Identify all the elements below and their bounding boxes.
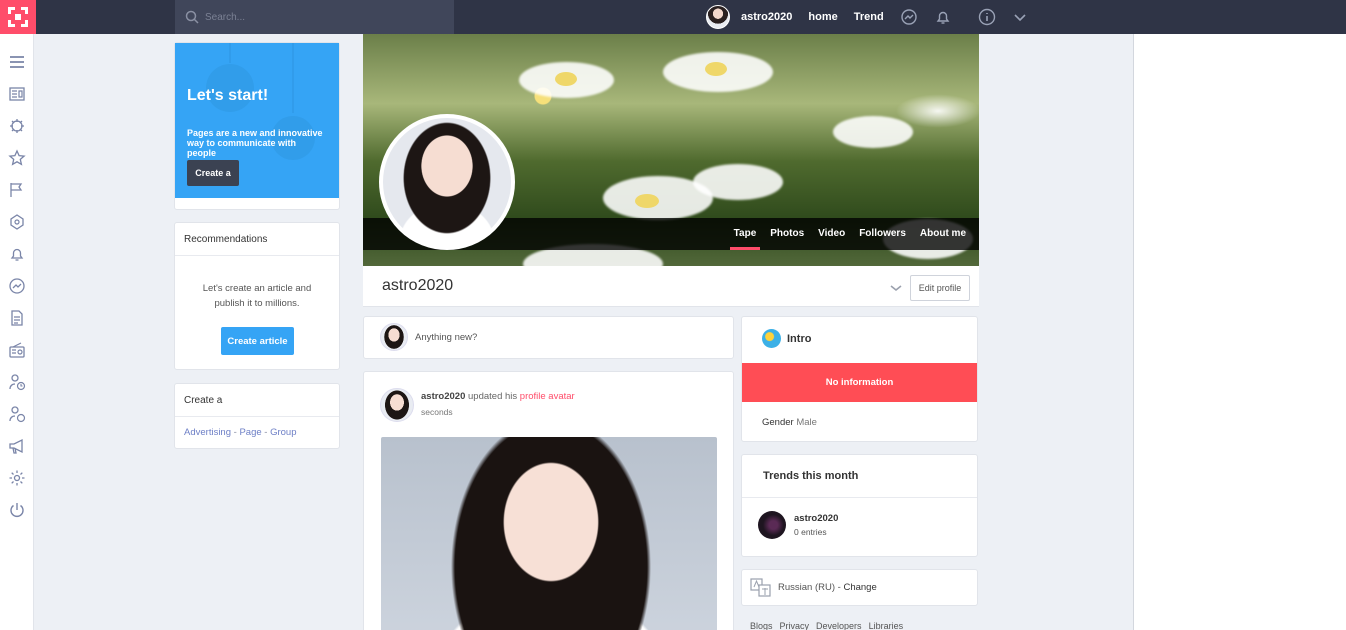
tab-followers[interactable]: Followers <box>852 218 913 250</box>
create-page-button[interactable]: Create a <box>187 160 239 186</box>
home-link[interactable]: home <box>808 11 837 23</box>
cover-flower <box>833 116 913 148</box>
cover-photo[interactable]: Tape Photos Video Followers About me <box>363 34 979 266</box>
search-icon <box>185 10 199 24</box>
advertising-link[interactable]: Advertising <box>184 427 231 438</box>
recommendations-text: Let's create an article and publish it t… <box>202 283 312 309</box>
bell-icon[interactable] <box>7 244 27 264</box>
tab-photos[interactable]: Photos <box>763 218 811 250</box>
footer-link-blogs[interactable]: Blogs <box>750 621 773 630</box>
intro-card: Intro No information Gender Male <box>741 316 978 442</box>
post-header: astro2020 updated his profile avatar <box>421 391 575 402</box>
puzzle-icon[interactable] <box>7 116 27 136</box>
news-icon[interactable] <box>7 84 27 104</box>
megaphone-icon[interactable] <box>7 436 27 456</box>
lets-start-card: Let's start! Pages are a new and innovat… <box>174 42 340 210</box>
right-pane <box>1134 34 1346 630</box>
cover-flower-center <box>555 72 577 86</box>
create-links: Advertising - Page - Group <box>175 417 339 438</box>
lets-start-banner: Let's start! Pages are a new and innovat… <box>175 43 339 198</box>
tab-tape[interactable]: Tape <box>727 218 764 250</box>
messenger-icon[interactable] <box>7 276 27 296</box>
profile-name-bar: astro2020 Edit profile <box>363 266 979 307</box>
no-information-banner: No information <box>742 363 977 402</box>
gear-icon[interactable] <box>7 468 27 488</box>
search-input[interactable] <box>205 11 435 23</box>
gender-row: Gender Male <box>762 417 817 428</box>
recommendations-card: Recommendations Let's create an article … <box>174 222 340 370</box>
trend-name[interactable]: astro2020 <box>794 513 838 524</box>
user-clock-icon[interactable] <box>7 372 27 392</box>
footer-links: Blogs Privacy Developers Libraries <box>750 621 903 630</box>
info-icon[interactable] <box>978 8 996 26</box>
recommendations-title: Recommendations <box>175 223 339 256</box>
star-icon[interactable] <box>7 148 27 168</box>
trend-count: 0 entries <box>794 527 827 537</box>
edit-profile-button[interactable]: Edit profile <box>910 275 970 301</box>
trends-card: Trends this month astro2020 0 entries <box>741 454 978 557</box>
link-separator: - <box>261 427 271 438</box>
profile-name: astro2020 <box>382 277 454 294</box>
gender-value: Male <box>796 417 817 428</box>
logo-icon <box>8 7 28 27</box>
top-bar: astro2020 home Trend <box>0 0 1346 34</box>
globe-icon <box>762 329 781 348</box>
chevron-down-icon[interactable] <box>889 281 903 298</box>
post-composer[interactable]: Anything new? <box>363 316 734 359</box>
trends-title: Trends this month <box>742 455 977 498</box>
cover-flower <box>693 164 783 200</box>
app-logo[interactable] <box>0 0 36 34</box>
gender-label: Gender <box>762 417 794 428</box>
user-dollar-icon[interactable] <box>7 404 27 424</box>
power-icon[interactable] <box>7 500 27 520</box>
create-title: Create a <box>175 384 339 417</box>
radio-icon[interactable] <box>7 340 27 360</box>
group-link[interactable]: Group <box>270 427 296 438</box>
messenger-icon[interactable] <box>900 8 918 26</box>
post-link[interactable]: profile avatar <box>520 391 575 402</box>
bell-icon[interactable] <box>934 8 952 26</box>
cover-flower-center <box>705 62 727 76</box>
create-article-button[interactable]: Create article <box>221 327 294 355</box>
footer-link-developers[interactable]: Developers <box>816 621 862 630</box>
translate-icon <box>750 578 772 601</box>
footer-link-privacy[interactable]: Privacy <box>780 621 810 630</box>
user-avatar[interactable] <box>706 5 730 29</box>
post-time: seconds <box>421 407 453 417</box>
post-image[interactable] <box>381 437 717 630</box>
tab-video[interactable]: Video <box>811 218 852 250</box>
flag-icon[interactable] <box>7 180 27 200</box>
change-language-link[interactable]: Change <box>843 582 876 593</box>
footer-link-libraries[interactable]: Libraries <box>869 621 904 630</box>
intro-header: Intro <box>762 329 811 348</box>
trend-link[interactable]: Trend <box>854 11 884 23</box>
trend-avatar[interactable] <box>758 511 786 539</box>
feed-post: astro2020 updated his profile avatar sec… <box>363 371 734 630</box>
username-link[interactable]: astro2020 <box>741 11 792 23</box>
post-action: updated his <box>468 391 518 402</box>
create-card: Create a Advertising - Page - Group <box>174 383 340 449</box>
top-nav: astro2020 home Trend <box>706 0 1028 34</box>
chevron-down-icon[interactable] <box>1012 9 1028 25</box>
document-icon[interactable] <box>7 308 27 328</box>
left-sidebar <box>0 34 34 630</box>
profile-avatar[interactable] <box>379 114 515 250</box>
menu-icon[interactable] <box>7 52 27 72</box>
language-text: Russian (RU) - Change <box>778 582 877 593</box>
profile-tabs: Tape Photos Video Followers About me <box>727 218 973 250</box>
language-card: Russian (RU) - Change <box>741 569 978 606</box>
search-box[interactable] <box>175 0 454 34</box>
page-link[interactable]: Page <box>239 427 261 438</box>
current-language: Russian (RU) <box>778 582 836 593</box>
lets-start-title: Let's start! <box>187 87 269 104</box>
post-author[interactable]: astro2020 <box>421 391 465 402</box>
cube-icon[interactable] <box>7 212 27 232</box>
composer-avatar <box>380 323 408 351</box>
post-author-avatar[interactable] <box>380 388 414 422</box>
composer-placeholder[interactable]: Anything new? <box>415 332 477 343</box>
tab-about-me[interactable]: About me <box>913 218 973 250</box>
cover-flower-center <box>635 194 659 208</box>
intro-title: Intro <box>787 332 812 345</box>
lets-start-text: Pages are a new and innovative way to co… <box>187 128 323 158</box>
